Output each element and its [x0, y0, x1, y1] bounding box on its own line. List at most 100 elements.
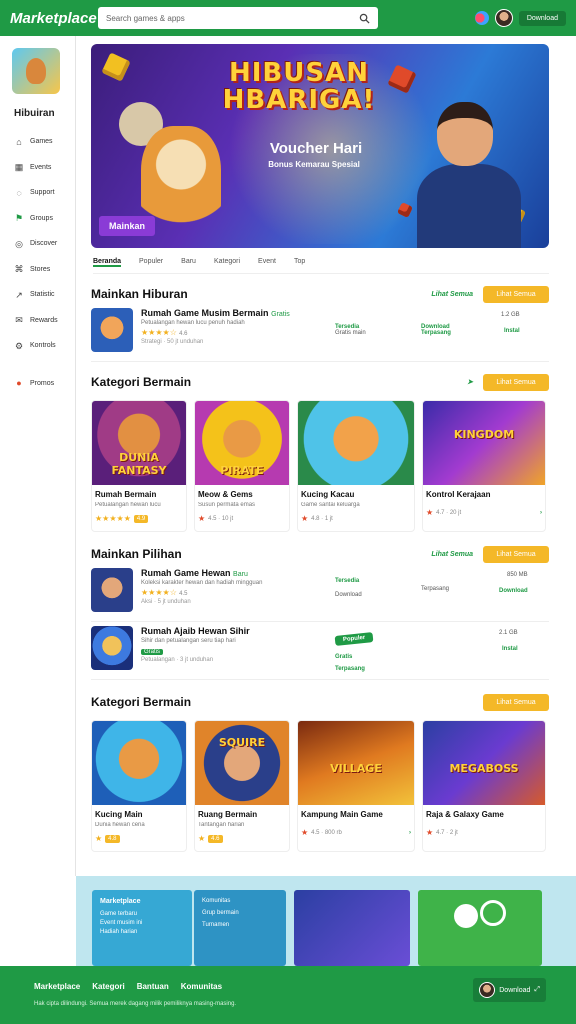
game-card-image[interactable]: DUNIA FANTASY [92, 401, 186, 485]
game-card-image[interactable]: SQUIRE [195, 721, 289, 805]
footer-link[interactable]: Komunitas [181, 982, 222, 991]
tab-kategori[interactable]: Kategori [214, 258, 240, 267]
game-thumbnail[interactable] [91, 568, 133, 612]
see-all-button[interactable]: Lihat Semua [483, 373, 549, 391]
star-rating: ★ [426, 508, 434, 517]
game-thumbnail[interactable] [91, 626, 133, 670]
game-card-image[interactable]: MEGABOSS [423, 721, 545, 805]
promo-line: Event musim ini [100, 920, 143, 926]
game-card[interactable]: SQUIRE Ruang Bermain Tantangan harian ★ 4… [194, 720, 290, 852]
game-card-description: Petualangan hewan lucu [95, 502, 161, 508]
notification-icon[interactable] [474, 11, 489, 25]
star-rating: ★★★★★ [95, 514, 131, 523]
hero-banner[interactable]: HIBUSAN HBARIGA! Voucher Hari Bonus Kema… [91, 44, 549, 248]
game-card-image[interactable]: PIRATE [195, 401, 289, 485]
game-card-title: Kontrol Kerajaan [426, 490, 491, 499]
chevron-right-icon[interactable]: › [540, 510, 542, 516]
download-button[interactable]: Download [518, 10, 566, 26]
user-avatar[interactable] [494, 9, 513, 27]
game-card-image[interactable]: KINGDOM [423, 401, 545, 485]
install-button[interactable]: Instal [499, 646, 518, 652]
promo-strip: Marketplace Game terbaru Event musim ini… [76, 876, 576, 966]
game-card[interactable]: MEGABOSS Raja & Galaxy Game ★ 4.7 · 2 jt [422, 720, 546, 852]
new-section-header: Kategori Bermain Lihat Semua [91, 692, 549, 712]
footer-link[interactable]: Bantuan [137, 982, 169, 991]
sidebar-app-icon[interactable] [12, 48, 60, 94]
game-card[interactable]: PIRATE Meow & Gems Susun permata emas ★ 4… [194, 400, 290, 532]
tab-baru[interactable]: Baru [181, 258, 196, 267]
sidebar-item-games[interactable]: ⌂ Games [12, 129, 75, 155]
game-card-grid: DUNIA FANTASY Rumah Bermain Petualangan … [91, 400, 549, 532]
tab-beranda[interactable]: Beranda [93, 258, 122, 267]
banner-play-button[interactable]: Mainkan [99, 216, 156, 236]
section-title: Kategori Bermain [91, 695, 192, 709]
gift-icon: ✉ [15, 315, 23, 326]
rating-badge: 4.8 [105, 834, 120, 843]
promo-card-marketplace[interactable]: Marketplace Game terbaru Event musim ini… [92, 890, 192, 966]
promo-card-community[interactable]: Komunitas Grup bermain Turnamen [194, 890, 286, 966]
see-all-link[interactable]: Lihat Semua [431, 551, 473, 558]
footer-link[interactable]: Marketplace [34, 982, 80, 991]
game-tag: Baru [233, 571, 248, 578]
see-all-button[interactable]: Lihat Semua [483, 285, 549, 303]
game-card-title: Meow & Gems [198, 490, 253, 499]
game-card[interactable]: Kucing Main Dunia hewan ceria ★ 4.8 [91, 720, 187, 852]
footer-download-button[interactable]: Download ⤢ [473, 978, 546, 1002]
game-card-description: Game santai keluarga [301, 502, 360, 508]
popular-section-header: Kategori Bermain ➤ Lihat Semua [91, 372, 549, 392]
game-meta: Petualangan · 3 jt unduhan [141, 657, 214, 663]
tab-populer[interactable]: Populer [139, 258, 163, 267]
gamepad-icon: ⌂ [16, 136, 22, 147]
list-item[interactable]: Rumah Game Hewan Baru Koleksi karakter h… [91, 564, 549, 622]
search-icon[interactable] [359, 13, 370, 24]
sidebar-item-groups[interactable]: ⚑ Groups [12, 206, 75, 232]
install-status: Terpasang [421, 586, 450, 592]
game-card[interactable]: VILLAGE Kampung Main Game ★ 4.5 · 800 rb › [297, 720, 415, 852]
promo-card-chat[interactable] [418, 890, 542, 966]
game-card-image[interactable] [92, 721, 186, 805]
game-card-image[interactable]: VILLAGE [298, 721, 414, 805]
sidebar-item-statistic[interactable]: ↗ Statistic [12, 282, 75, 308]
arrow-icon[interactable]: ➤ [467, 378, 473, 386]
list-item[interactable]: Rumah Ajaib Hewan Sihir Sihir dan petual… [91, 622, 549, 680]
sidebar-item-promos[interactable]: ● Promos [12, 371, 75, 397]
rating-badge: 4.9 [133, 514, 149, 523]
sidebar-item-support[interactable]: ◌ Support [12, 180, 75, 206]
see-all-button[interactable]: Lihat Semua [483, 693, 549, 711]
game-card-image[interactable] [298, 401, 414, 485]
sidebar-item-kontrols[interactable]: ⚙ Kontrols [12, 333, 75, 359]
game-card-description: Dunia hewan ceria [95, 822, 145, 828]
chevron-right-icon[interactable]: › [409, 830, 411, 836]
featured-section-header: Mainkan Hiburan Lihat Semua Lihat Semua [91, 284, 549, 304]
download-button[interactable]: Download [499, 588, 528, 594]
download-label[interactable]: Download [335, 592, 362, 598]
sidebar-item-events[interactable]: ▦ Events [12, 155, 75, 181]
game-card-title: Kampung Main Game [301, 810, 383, 819]
sidebar-item-rewards[interactable]: ✉ Rewards [12, 308, 75, 334]
sidebar-item-discover[interactable]: ◎ Discover [12, 231, 75, 257]
star-rating: ★ [198, 834, 206, 843]
chat-icon: ◌ [16, 187, 22, 198]
game-description: Petualangan hewan lucu penuh hadiah [141, 320, 245, 326]
game-card[interactable]: Kucing Kacau Game santai keluarga ★ 4.8 ·… [297, 400, 415, 532]
game-card-grid: Kucing Main Dunia hewan ceria ★ 4.8 SQUIR… [91, 720, 549, 852]
footer: Marketplace Kategori Bantuan Komunitas H… [0, 966, 576, 1024]
game-description: Koleksi karakter hewan dan hadiah minggu… [141, 580, 263, 586]
game-card[interactable]: KINGDOM Kontrol Kerajaan ★ 4.7 · 20 jt › [422, 400, 546, 532]
see-all-button[interactable]: Lihat Semua [483, 545, 549, 563]
search-placeholder: Search games & apps [106, 13, 185, 23]
tab-event[interactable]: Event [258, 258, 276, 267]
game-card[interactable]: DUNIA FANTASY Rumah Bermain Petualangan … [91, 400, 187, 532]
list-item[interactable]: Rumah Game Musim Bermain Gratis Petualan… [91, 304, 549, 362]
sidebar-item-stores[interactable]: ⌘ Stores [12, 257, 75, 283]
install-button[interactable]: Instal [501, 328, 520, 334]
see-all-link[interactable]: Lihat Semua [431, 291, 473, 298]
app-logo[interactable]: Marketplace [10, 10, 97, 27]
promo-card-character[interactable] [294, 890, 410, 966]
game-thumbnail[interactable] [91, 308, 133, 352]
footer-link[interactable]: Kategori [92, 982, 124, 991]
promo-line: Komunitas [202, 898, 231, 904]
game-meta: Aksi · 5 jt unduhan [141, 599, 191, 605]
search-input[interactable]: Search games & apps [98, 7, 378, 29]
tab-top[interactable]: Top [294, 258, 305, 267]
